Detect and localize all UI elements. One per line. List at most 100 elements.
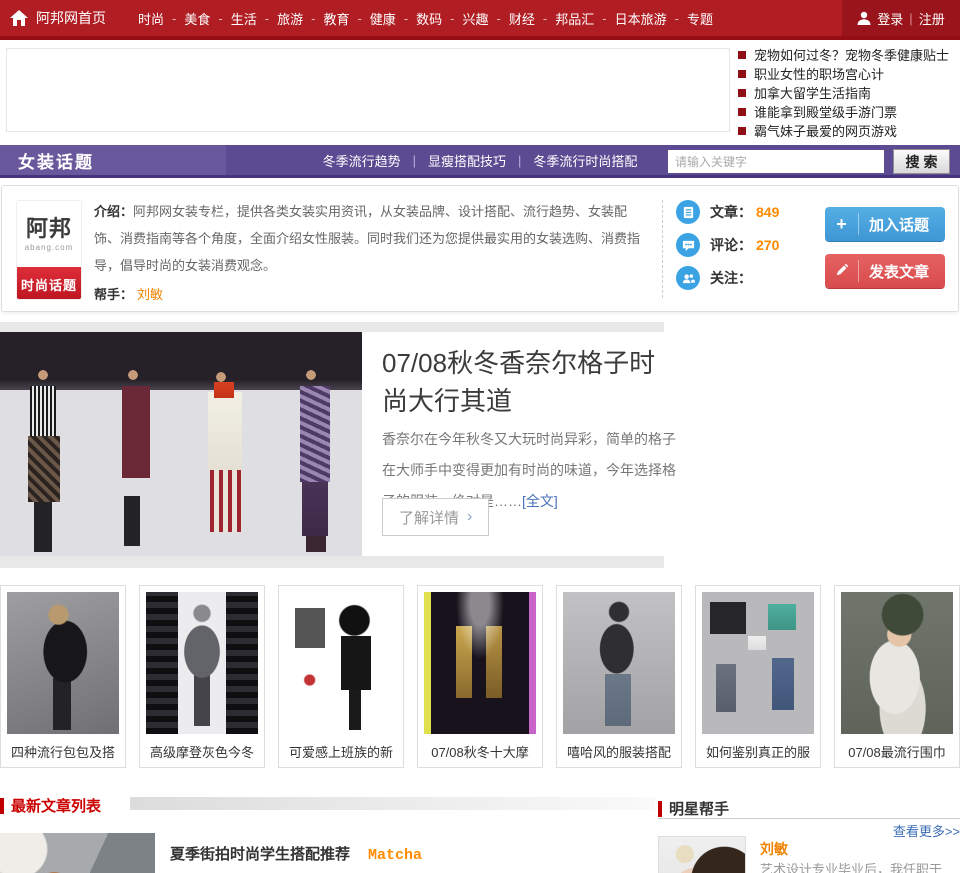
headline-link[interactable]: 谁能拿到殿堂级手游门票 — [738, 102, 960, 121]
menu-item-fashion[interactable]: 时尚 — [138, 9, 164, 28]
topic-nav: 冬季流行趋势 | 显瘦搭配技巧 | 冬季流行时尚搭配 — [300, 145, 660, 175]
article-title-row[interactable]: 夏季街拍时尚学生搭配推荐 Matcha — [170, 843, 422, 864]
home-link[interactable]: 阿邦网首页 — [36, 8, 106, 28]
divider-strip — [0, 322, 664, 332]
stat-followers: 关注： — [676, 266, 816, 290]
headline-link-label: 霸气妹子最爱的网页游戏 — [754, 124, 898, 139]
article-thumbnail[interactable] — [0, 833, 155, 873]
menu-separator: - — [602, 10, 607, 26]
article-card[interactable]: 如何鉴别真正的服 — [695, 585, 821, 768]
menu-item-finance[interactable]: 财经 — [509, 9, 535, 28]
search-button[interactable]: 搜索 — [893, 149, 950, 174]
article-icon — [676, 200, 700, 224]
ad-banner-box — [6, 48, 730, 132]
helper-name-link[interactable]: 刘敏 — [137, 287, 163, 302]
article-card[interactable]: 07/08秋冬十大摩 — [417, 585, 543, 768]
square-bullet-icon — [738, 126, 746, 135]
headline-link-list: 宠物如何过冬？宠物冬季健康贴士 职业女性的职场宫心计 加拿大留学生活指南 谁能拿… — [738, 45, 960, 140]
square-bullet-icon — [738, 50, 746, 59]
learn-more-label: 了解详情 — [399, 509, 460, 527]
headline-link[interactable]: 霸气妹子最爱的网页游戏 — [738, 121, 960, 140]
headline-link-label: 宠物如何过冬？宠物冬季健康贴士 — [754, 48, 950, 63]
publish-article-button[interactable]: 发表文章 — [825, 254, 945, 288]
hero-title[interactable]: 07/08秋冬香奈尔格子时尚大行其道 — [382, 344, 674, 420]
menu-item-life[interactable]: 生活 — [231, 9, 257, 28]
helper-row: 帮手： 刘敏 — [94, 284, 163, 303]
article-card[interactable]: 嘻哈风的服装搭配 — [556, 585, 682, 768]
topic-title-block: 女装话题 — [0, 145, 226, 175]
menu-item-food[interactable]: 美食 — [184, 9, 210, 28]
action-buttons: + 加入话题 发表文章 — [825, 207, 945, 288]
search-area: 搜索 — [668, 149, 950, 174]
helper-name[interactable]: 刘敏 — [760, 839, 788, 859]
menu-separator: - — [357, 10, 362, 26]
followers-icon — [676, 266, 700, 290]
latest-articles-title: 最新文章列表 — [11, 798, 102, 815]
menu-item-japan-travel[interactable]: 日本旅游 — [615, 9, 667, 28]
hero-image-chanel-runway[interactable] — [0, 332, 362, 556]
menu-item-travel[interactable]: 旅游 — [277, 9, 303, 28]
article-author: Matcha — [368, 847, 423, 864]
headline-link[interactable]: 宠物如何过冬？宠物冬季健康贴士 — [738, 45, 960, 64]
dashed-divider — [662, 200, 663, 298]
article-card[interactable]: 高级摩登灰色今冬 — [139, 585, 265, 768]
menu-separator: - — [674, 10, 679, 26]
card-caption: 07/08最流行围巾 — [848, 745, 946, 760]
article-card[interactable]: 07/08最流行围巾 — [834, 585, 960, 768]
red-bar-icon — [0, 797, 4, 814]
article-card-row: 四种流行包包及搭 高级摩登灰色今冬 可爱感上班族的新 07/08秋冬十大摩 嘻哈… — [0, 585, 960, 768]
logo-cn-text: 阿邦 — [23, 211, 72, 243]
logo-en-text: abang.com — [24, 243, 74, 252]
headline-link-label: 谁能拿到殿堂级手游门票 — [754, 105, 898, 120]
headline-link[interactable]: 加拿大留学生活指南 — [738, 83, 960, 102]
menu-item-education[interactable]: 教育 — [323, 9, 349, 28]
article-title: 夏季街拍时尚学生搭配推荐 — [170, 846, 351, 863]
card-caption: 高级摩登灰色今冬 — [149, 745, 254, 760]
top-menu: 时尚 - 美食 - 生活 - 旅游 - 教育 - 健康 - 数码 - 兴趣 - 财经 - 邦品汇 -… — [138, 9, 713, 28]
search-input[interactable] — [668, 150, 884, 173]
helper-photo[interactable] — [658, 836, 746, 873]
menu-item-digital[interactable]: 数码 — [416, 9, 442, 28]
fulltext-link[interactable]: [全文] — [522, 493, 558, 509]
headline-link[interactable]: 职业女性的职场宫心计 — [738, 64, 960, 83]
helper-bio: 艺术设计专业毕业后，我任职于 — [760, 862, 943, 873]
login-link[interactable]: 登录 — [877, 9, 903, 28]
topic-link-winter-style[interactable]: 冬季流行时尚搭配 — [533, 151, 637, 170]
article-card[interactable]: 四种流行包包及搭 — [0, 585, 126, 768]
publish-article-label: 发表文章 — [869, 263, 930, 281]
learn-more-button[interactable]: 了解详情 › — [382, 498, 490, 536]
card-image — [285, 592, 397, 734]
topic-bar: 女装话题 冬季流行趋势 | 显瘦搭配技巧 | 冬季流行时尚搭配 搜索 — [0, 145, 960, 178]
intro-paragraph: 介绍：阿邦网女装专栏，提供各类女装实用资讯，从女装品牌、设计搭配、流行趋势、女装… — [94, 198, 652, 279]
menu-item-health[interactable]: 健康 — [370, 9, 396, 28]
latest-articles-header: 最新文章列表 — [0, 795, 101, 816]
stat-label: 关注： — [710, 270, 752, 286]
menu-item-interest[interactable]: 兴趣 — [463, 9, 489, 28]
topic-link-slim-tips[interactable]: 显瘦搭配技巧 — [428, 151, 506, 170]
menu-separator: - — [496, 10, 501, 26]
headline-link-label: 加拿大留学生活指南 — [754, 86, 872, 101]
topic-link-winter-trends[interactable]: 冬季流行趋势 — [323, 151, 401, 170]
pencil-icon — [825, 260, 859, 282]
menu-item-special[interactable]: 专题 — [687, 9, 713, 28]
star-helpers-header: 明星帮手 — [658, 798, 729, 819]
home-icon[interactable] — [10, 10, 28, 26]
card-image — [7, 592, 119, 734]
abang-logo[interactable]: 阿邦 abang.com 时尚话题 — [16, 200, 82, 300]
article-card[interactable]: 可爱感上班族的新 — [278, 585, 404, 768]
card-image — [146, 592, 258, 734]
card-image — [563, 592, 675, 734]
intro-label: 介绍： — [94, 204, 134, 219]
register-link[interactable]: 注册 — [919, 9, 945, 28]
card-caption: 四种流行包包及搭 — [10, 745, 115, 760]
view-more-link[interactable]: 查看更多>> — [893, 821, 960, 840]
menu-separator: - — [403, 10, 409, 26]
menu-item-bangpinhui[interactable]: 邦品汇 — [555, 9, 594, 28]
chevron-right-icon: › — [467, 508, 473, 525]
logo-top: 阿邦 abang.com — [17, 201, 81, 267]
square-bullet-icon — [738, 107, 746, 116]
stat-comments: 评论： 270 — [676, 233, 816, 257]
stat-value: 270 — [756, 237, 780, 253]
card-caption: 07/08秋冬十大摩 — [431, 745, 529, 760]
join-topic-button[interactable]: + 加入话题 — [825, 207, 945, 241]
